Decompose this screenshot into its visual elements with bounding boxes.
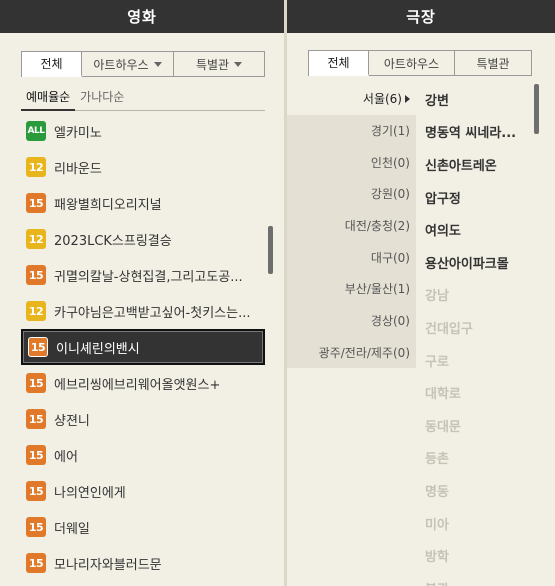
age-rating-icon: 12 bbox=[26, 229, 46, 249]
theater-list-item: 미아 bbox=[425, 517, 449, 533]
region-label: 대구(0) bbox=[370, 250, 410, 265]
movie-tab-label: 전체 bbox=[40, 57, 63, 71]
age-rating-icon: 12 bbox=[26, 157, 46, 177]
movie-title: 귀멸의칼날-상현집결,그리고도공... bbox=[54, 269, 243, 285]
region-label: 경기(1) bbox=[370, 124, 410, 139]
movie-list-item[interactable]: 12 2023LCK스프링결승 bbox=[21, 221, 265, 257]
movie-sort-bar: 예매율순 가나다순 bbox=[21, 85, 265, 111]
age-rating-icon: 15 bbox=[26, 193, 46, 213]
movie-list-item[interactable]: 12 리바운드 bbox=[21, 149, 265, 185]
region-item[interactable]: 대구(0) bbox=[287, 241, 416, 273]
age-rating-icon: 15 bbox=[26, 553, 46, 573]
region-label: 대전/충청(2) bbox=[344, 219, 410, 234]
movie-title: 나의연인에게 bbox=[54, 485, 126, 501]
movie-title: 에어 bbox=[54, 449, 78, 465]
movie-title: 카구야님은고백받고싶어-첫키스는... bbox=[54, 305, 251, 321]
movie-list-scrollbar[interactable] bbox=[268, 226, 273, 274]
theater-list-item: 대학로 bbox=[425, 387, 461, 403]
region-item[interactable]: 대전/충청(2) bbox=[287, 210, 416, 242]
region-label: 인천(0) bbox=[370, 155, 410, 170]
theater-list-item: 강남 bbox=[425, 289, 449, 305]
movie-panel-title: 영화 bbox=[0, 0, 284, 33]
region-item[interactable]: 서울(6) bbox=[287, 83, 416, 115]
movie-title: 에브리씽에브리웨어올앳원스+ bbox=[54, 377, 221, 393]
movie-list-item[interactable]: 15 귀멸의칼날-상현집결,그리고도공... bbox=[21, 257, 265, 293]
theater-list-item[interactable]: 신촌아트레온 bbox=[425, 148, 530, 181]
movie-list-item[interactable]: 15 이니셰린의밴시 bbox=[21, 329, 265, 365]
age-rating-icon: 12 bbox=[26, 301, 46, 321]
movie-tab-label: 특별관 bbox=[195, 57, 230, 72]
region-label: 서울(6) bbox=[362, 92, 402, 107]
movie-title: 2023LCK스프링결승 bbox=[54, 233, 172, 249]
theater-tab-0[interactable]: 전체 bbox=[309, 51, 369, 76]
region-label: 강원(0) bbox=[370, 187, 410, 202]
chevron-down-icon bbox=[153, 61, 162, 67]
movie-title: 엘카미노 bbox=[54, 125, 102, 141]
age-rating-icon: 15 bbox=[26, 409, 46, 429]
movie-list-item[interactable]: ALL 엘카미노 bbox=[21, 113, 265, 149]
movie-title: 모나리자와블러드문 bbox=[54, 557, 162, 573]
movie-list-item[interactable]: 15 에브리씽에브리웨어올앳원스+ bbox=[21, 365, 265, 401]
movie-list-item[interactable]: 15 샹젼니 bbox=[21, 401, 265, 437]
theater-list-item[interactable]: 여의도 bbox=[425, 213, 530, 246]
movie-title: 이니셰린의밴시 bbox=[56, 341, 140, 357]
theater-list-scrollbar[interactable] bbox=[534, 84, 539, 134]
theater-list-item[interactable]: 명동역 씨네라... bbox=[425, 116, 530, 149]
movie-tab-label: 아트하우스 bbox=[93, 57, 149, 72]
theater-list-item: 동대문 bbox=[425, 419, 461, 435]
age-rating-icon: ALL bbox=[26, 121, 46, 141]
theater-tab-2[interactable]: 특별관 bbox=[455, 51, 531, 75]
chevron-right-icon bbox=[405, 94, 410, 103]
movie-list-item[interactable]: 15 패왕별희디오리지널 bbox=[21, 185, 265, 221]
movie-tab-0[interactable]: 전체 bbox=[22, 52, 82, 77]
age-rating-icon: 15 bbox=[28, 337, 48, 357]
theater-list-item: 불광 bbox=[425, 572, 530, 586]
movie-filter-tabs: 전체 아트하우스 특별관 bbox=[21, 51, 265, 77]
movie-list: ALL 엘카미노 12 리바운드 15 패왕별희디오리지널 12 2023LCK스프링결승 15… bbox=[21, 113, 265, 581]
movie-title: 샹젼니 bbox=[54, 413, 90, 429]
theater-list-item[interactable]: 용산아이파크몰 bbox=[425, 246, 530, 279]
sort-option-0[interactable]: 예매율순 bbox=[21, 85, 76, 111]
movie-title: 리바운드 bbox=[54, 161, 102, 177]
theater-list-item: 등촌 bbox=[425, 452, 449, 468]
region-item[interactable]: 부산/울산(1) bbox=[287, 273, 416, 305]
movie-list-item[interactable]: 15 모나리자와블러드문 bbox=[21, 545, 265, 581]
region-item[interactable]: 경기(1) bbox=[287, 115, 416, 147]
region-list: 서울(6) 경기(1) 인천(0) 강원(0) 대전/충청(2) 대구(0) 부산/울산(1… bbox=[287, 83, 416, 368]
age-rating-icon: 15 bbox=[26, 481, 46, 501]
theater-list-item[interactable]: 강변 bbox=[425, 83, 530, 116]
theater-list-item: 구로 bbox=[425, 354, 449, 370]
movie-list-item[interactable]: 15 에어 bbox=[21, 437, 265, 473]
age-rating-icon: 15 bbox=[26, 373, 46, 393]
region-item[interactable]: 강원(0) bbox=[287, 178, 416, 210]
theater-panel-title: 극장 bbox=[287, 0, 555, 33]
region-item[interactable]: 광주/전라/제주(0) bbox=[287, 337, 416, 369]
theater-list: 강변 명동역 씨네라... 신촌아트레온 압구정 여의도 용산아이파크몰강남건대입구구로대… bbox=[425, 83, 530, 586]
chevron-down-icon bbox=[234, 61, 243, 67]
theater-list-item: 건대입구 bbox=[425, 321, 473, 337]
age-rating-icon: 15 bbox=[26, 445, 46, 465]
movie-list-item[interactable]: 12 카구야님은고백받고싶어-첫키스는... bbox=[21, 293, 265, 329]
movie-list-item[interactable]: 15 더웨일 bbox=[21, 509, 265, 545]
movie-panel: 영화 전체 아트하우스 특별관 예매율순 가나다순 ALL 엘카미노 12 리바운드 15 패왕… bbox=[0, 0, 284, 586]
theater-list-item[interactable]: 압구정 bbox=[425, 181, 530, 214]
movie-tab-1[interactable]: 아트하우스 bbox=[82, 52, 174, 76]
region-item[interactable]: 인천(0) bbox=[287, 146, 416, 178]
theater-list-item: 방학 bbox=[425, 550, 449, 566]
sort-option-1[interactable]: 가나다순 bbox=[75, 85, 129, 111]
movie-title: 패왕별희디오리지널 bbox=[54, 197, 162, 213]
movie-tab-2[interactable]: 특별관 bbox=[174, 52, 264, 76]
theater-tab-1[interactable]: 아트하우스 bbox=[369, 51, 455, 75]
age-rating-icon: 15 bbox=[26, 265, 46, 285]
theater-filter-tabs: 전체 아트하우스 특별관 bbox=[308, 50, 532, 76]
movie-title: 더웨일 bbox=[54, 521, 90, 537]
age-rating-icon: 15 bbox=[26, 517, 46, 537]
region-label: 경상(0) bbox=[370, 314, 410, 329]
movie-list-item[interactable]: 15 나의연인에게 bbox=[21, 473, 265, 509]
region-item[interactable]: 경상(0) bbox=[287, 305, 416, 337]
theater-list-item: 명동 bbox=[425, 484, 449, 500]
region-label: 광주/전라/제주(0) bbox=[318, 345, 410, 360]
region-label: 부산/울산(1) bbox=[344, 282, 410, 297]
